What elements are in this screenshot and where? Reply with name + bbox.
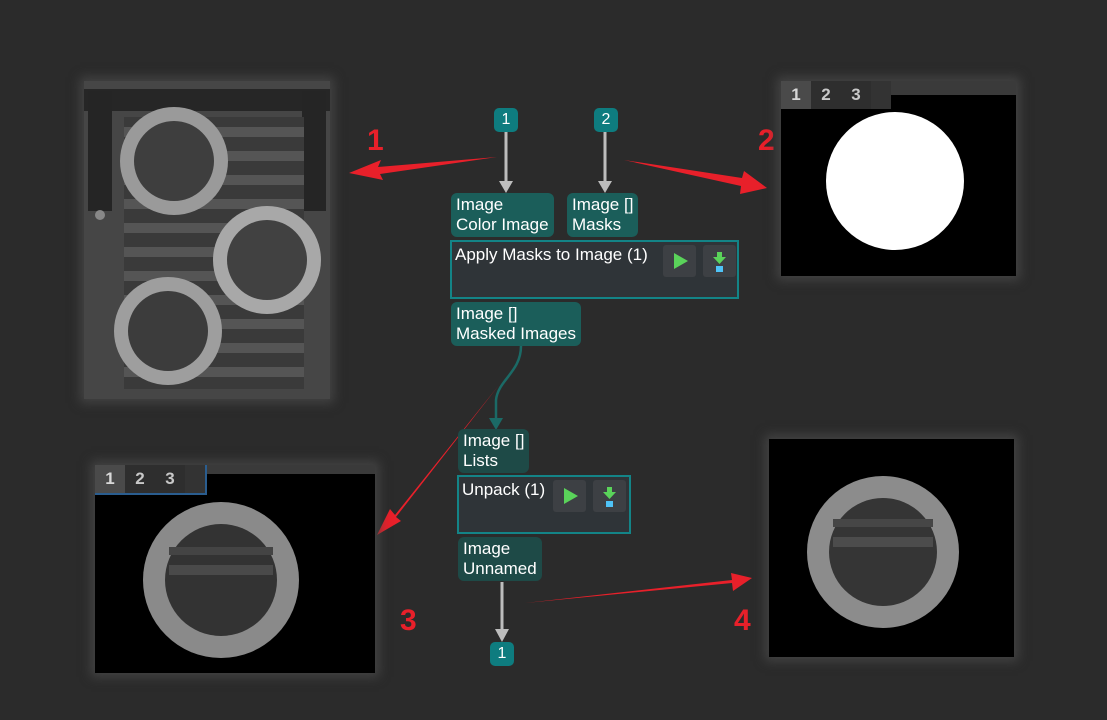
edge-input2-to-masks [598, 132, 612, 193]
unpack-node[interactable]: Unpack (1) [457, 475, 631, 534]
port-type: Image [] [572, 195, 634, 214]
output-badge-1[interactable]: 1 [490, 642, 514, 666]
input-badge-2[interactable]: 2 [594, 108, 618, 132]
annotation-label-2: 2 [758, 124, 775, 157]
port-name: Masks [572, 215, 622, 234]
download-icon [713, 252, 726, 272]
masked-image-viewer[interactable]: 1 2 3 [95, 465, 375, 673]
annotation-label-3: 3 [400, 604, 417, 637]
port-type: Image [456, 195, 504, 214]
masked-viewer-tabs: 1 2 3 [95, 465, 207, 495]
mask-image [781, 81, 1016, 276]
viewer-tab-3[interactable]: 3 [841, 81, 871, 109]
annotation-arrow-1 [349, 157, 497, 180]
apply-masks-node[interactable]: Apply Masks to Image (1) [450, 240, 739, 299]
run-button[interactable] [553, 480, 586, 512]
download-icon [603, 487, 616, 507]
flange-2 [213, 206, 321, 314]
node-title: Apply Masks to Image (1) [455, 245, 648, 264]
port-lists[interactable]: Image [] Lists [458, 429, 530, 473]
viewer-tab-2[interactable]: 2 [811, 81, 841, 109]
port-name: Masked Images [456, 324, 576, 343]
edge-unnamed-to-output1 [495, 582, 509, 642]
viewer-tab-2[interactable]: 2 [125, 465, 155, 493]
port-name: Color Image [456, 215, 549, 234]
unpacked-image-viewer[interactable] [769, 439, 1014, 657]
annotation-label-1: 1 [367, 124, 384, 157]
port-masked-images[interactable]: Image [] Masked Images [451, 302, 581, 346]
port-name: Unnamed [463, 559, 537, 578]
port-color-image[interactable]: Image Color Image [451, 193, 554, 237]
run-button[interactable] [663, 245, 696, 277]
mask-image-viewer[interactable]: 1 2 3 [781, 81, 1016, 276]
port-masks[interactable]: Image [] Masks [567, 193, 639, 237]
port-type: Image [463, 539, 511, 558]
annotation-arrow-4 [525, 573, 752, 603]
flange-3 [114, 277, 222, 385]
play-icon [564, 488, 578, 504]
download-button[interactable] [703, 245, 736, 277]
port-name: Lists [463, 451, 498, 470]
viewer-tab-1[interactable]: 1 [781, 81, 811, 109]
annotation-label-4: 4 [734, 604, 751, 637]
flange-1 [120, 107, 228, 215]
node-title: Unpack (1) [462, 480, 546, 499]
source-image [84, 81, 330, 399]
viewer-tab-1[interactable]: 1 [95, 465, 125, 493]
port-unnamed[interactable]: Image Unnamed [458, 537, 542, 581]
viewer-tab-3[interactable]: 3 [155, 465, 185, 493]
annotation-arrow-2 [624, 160, 767, 194]
play-icon [674, 253, 688, 269]
source-image-viewer[interactable] [84, 81, 330, 399]
port-type: Image [] [456, 304, 518, 323]
masked-image [95, 465, 375, 673]
mask-viewer-tabs: 1 2 3 [781, 81, 891, 109]
input-badge-1[interactable]: 1 [494, 108, 518, 132]
download-button[interactable] [593, 480, 626, 512]
port-type: Image [] [463, 431, 525, 450]
unpacked-image [769, 439, 1014, 657]
edge-masked-images-to-lists [489, 345, 523, 430]
edge-input1-to-color-image [499, 132, 513, 193]
